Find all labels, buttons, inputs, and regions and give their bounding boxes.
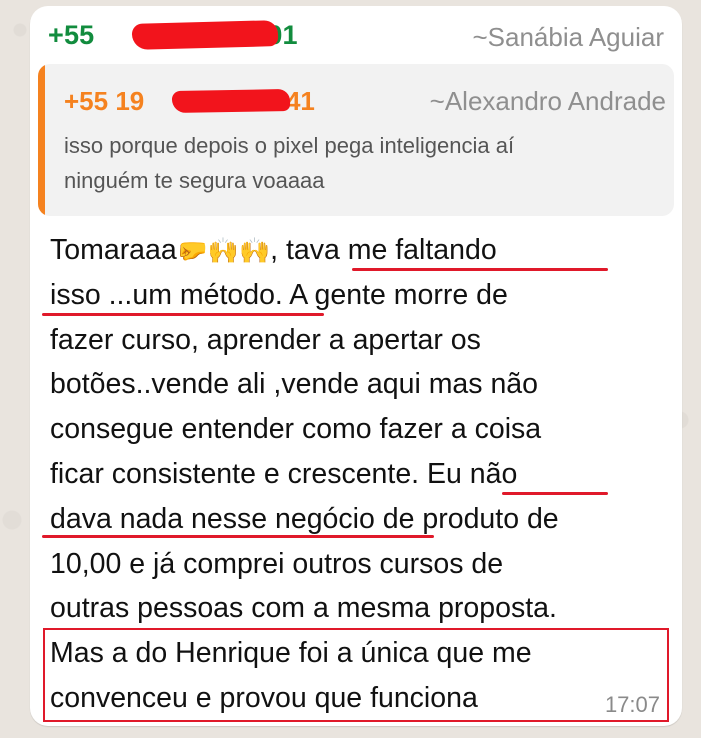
message-line: consegue entender como fazer a coisa xyxy=(50,413,542,446)
quoted-text: isso porque depois o pixel pega intelige… xyxy=(64,128,664,198)
quoted-message[interactable]: +55 19 941 ~Alexandro Andrade isso porqu… xyxy=(38,64,674,216)
message-line: ficar consistente e crescente. Eu não xyxy=(50,457,518,490)
annotation-highlight-box xyxy=(43,628,669,722)
annotation-underline xyxy=(42,313,324,316)
redaction-scribble xyxy=(131,20,279,50)
quoted-text-line: isso porque depois o pixel pega intelige… xyxy=(64,133,515,158)
sender-phone-prefix: +55 xyxy=(48,20,103,50)
quote-redaction-scribble xyxy=(171,88,291,114)
message-line: isso ...um método. A gente morre de xyxy=(50,278,508,311)
quoted-text-line: ninguém te segura voaaaa xyxy=(64,168,325,193)
message-line: botões..vende ali ,vende aqui mas não xyxy=(50,368,539,401)
quote-accent-bar xyxy=(38,64,45,216)
quoted-phone-prefix: +55 19 xyxy=(64,86,152,116)
message-line: outras pessoas com a mesma proposta. xyxy=(50,592,557,625)
message-timestamp: 17:07 xyxy=(604,692,660,717)
quoted-sender-name: ~Alexandro Andrade xyxy=(429,86,666,116)
annotation-underline xyxy=(42,535,434,538)
message-line: Tomaraaa🤛🙌🙌, tava me faltando xyxy=(50,228,675,273)
message-line-part: Tomaraaa xyxy=(50,234,177,266)
message-line: fazer curso, aprender a apertar os xyxy=(50,323,481,356)
message-bubble[interactable]: +55 001 ~Sanábia Aguiar +55 19 941 ~Alex… xyxy=(30,6,682,726)
message-header: +55 001 ~Sanábia Aguiar xyxy=(48,20,664,54)
message-line-part: , tava me faltando xyxy=(270,234,497,266)
annotation-underline xyxy=(502,492,608,495)
emoji-fistbump-clap: 🤛🙌🙌 xyxy=(176,236,271,265)
sender-name[interactable]: ~Sanábia Aguiar xyxy=(472,22,664,53)
annotation-underline xyxy=(352,268,608,271)
message-line: 10,00 e já comprei outros cursos de xyxy=(50,547,504,580)
